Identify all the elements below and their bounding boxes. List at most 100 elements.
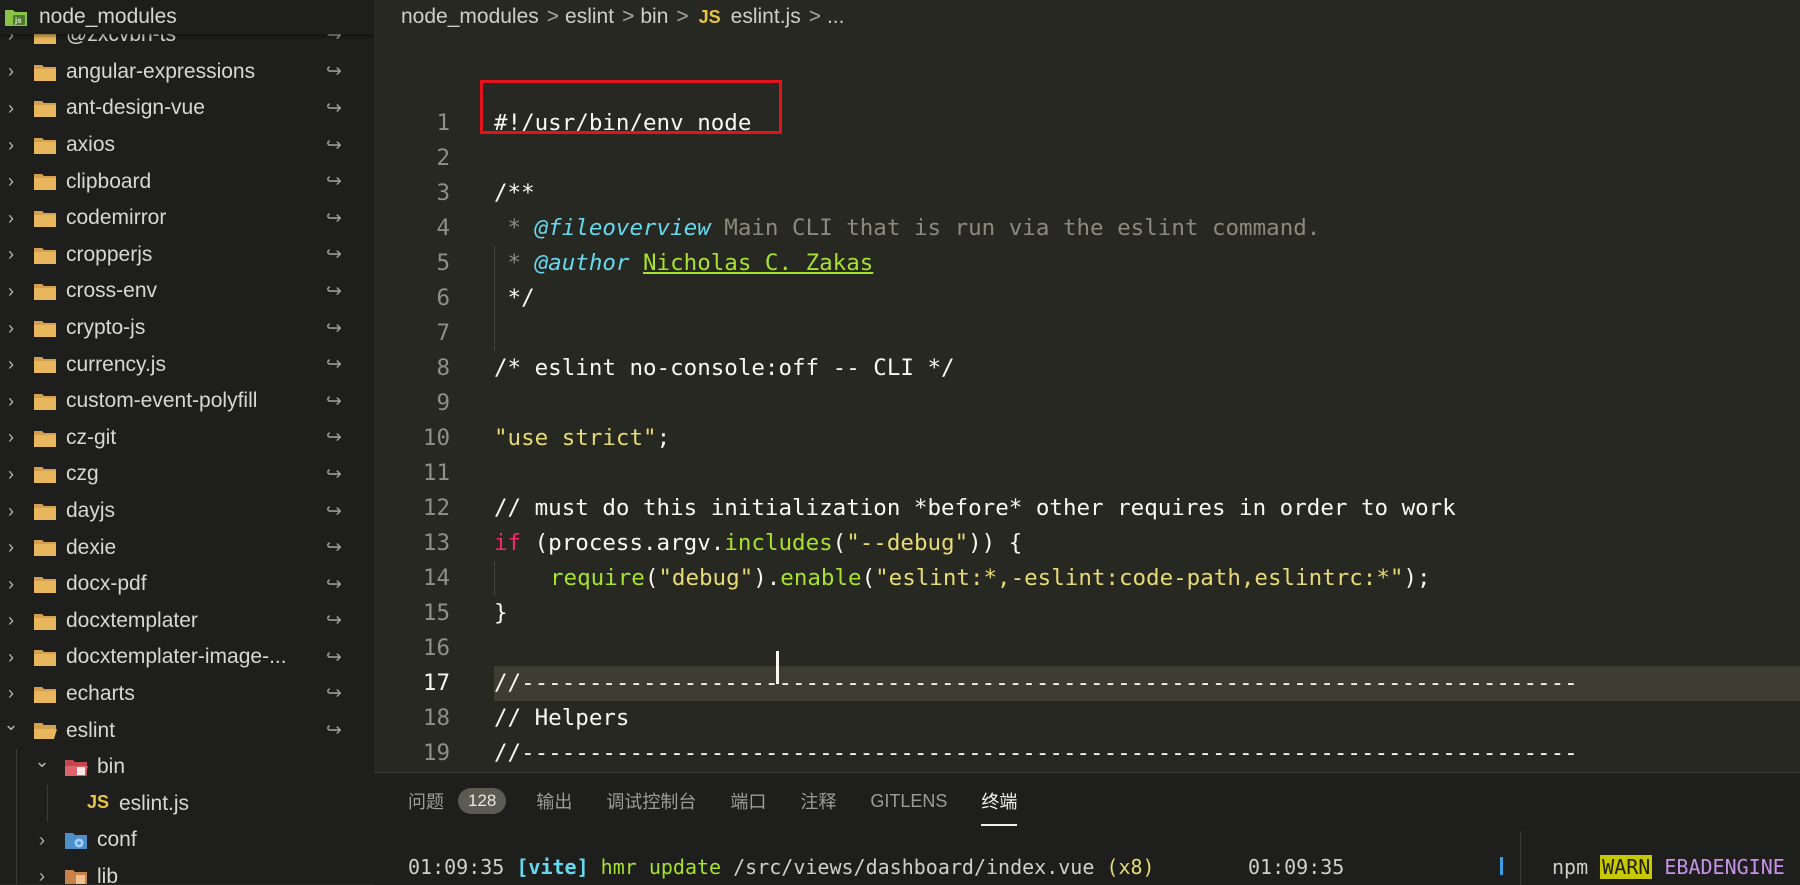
chevron-right-icon[interactable]: ›	[0, 208, 22, 229]
tree-file-item[interactable]: JS eslint.js	[0, 785, 374, 823]
tree-folder-item[interactable]: › conf	[0, 822, 374, 859]
code-editor[interactable]: 1 #!/usr/bin/env node 2 3 /** 4 * @fileo…	[374, 34, 1800, 772]
tree-folder-item[interactable]: › cropperjs ↪	[0, 237, 374, 274]
tree-item-label: conf	[97, 828, 137, 852]
tree-folder-item[interactable]: › crypto-js ↪	[0, 310, 374, 347]
breadcrumb-eslint-js[interactable]: eslint.js	[731, 5, 801, 29]
terminal-output-line[interactable]: 01:09:35 [vite] hmr update /src/views/da…	[408, 855, 1155, 879]
line-number: 18	[422, 705, 450, 731]
tab-gitlens[interactable]: GITLENS	[870, 791, 947, 812]
chevron-down-icon[interactable]: ⌄	[31, 751, 53, 772]
tree-folder-item[interactable]: › czg ↪	[0, 456, 374, 493]
function-name: require	[550, 565, 645, 591]
chevron-right-icon[interactable]: ›	[0, 647, 22, 668]
chevron-down-icon[interactable]: ⌄	[0, 714, 22, 735]
tree-folder-item[interactable]: › axios ↪	[0, 127, 374, 164]
breadcrumb-symbols[interactable]: ...	[827, 5, 845, 29]
chevron-right-icon[interactable]: ›	[0, 61, 22, 82]
tree-folder-item[interactable]: › cross-env ↪	[0, 273, 374, 310]
terminal-npm-output[interactable]: npm WARN EBADENGINE	[1552, 855, 1785, 879]
chevron-right-icon[interactable]: ›	[0, 537, 22, 558]
breadcrumb-eslint[interactable]: eslint	[565, 5, 614, 29]
code-text: //--------------------------------------…	[494, 670, 1578, 696]
chevron-right-icon[interactable]: ›	[0, 281, 22, 302]
tree-folder-item[interactable]: › clipboard ↪	[0, 163, 374, 200]
tree-item-label: echarts	[66, 681, 135, 705]
chevron-right-icon[interactable]: ›	[0, 464, 22, 485]
tab-label: 问题	[408, 792, 444, 812]
tree-folder-item[interactable]: › docxtemplater ↪	[0, 603, 374, 640]
tree-folder-item[interactable]: › ant-design-vue ↪	[0, 90, 374, 127]
line-number: 19	[422, 740, 450, 766]
string-literal: "eslint:*,-eslint:code-path,eslintrc:*"	[875, 565, 1404, 591]
code-line: 7	[374, 316, 1800, 351]
chevron-right-icon[interactable]: ›	[0, 683, 22, 704]
chevron-right-icon[interactable]: ›	[0, 98, 22, 119]
tree-folder-item[interactable]: › echarts ↪	[0, 676, 374, 713]
chevron-right-icon[interactable]: ›	[0, 574, 22, 595]
indent-guide	[494, 246, 495, 351]
js-file-icon: JS	[698, 6, 721, 27]
tree-folder-item[interactable]: › cz-git ↪	[0, 420, 374, 457]
chevron-right-icon[interactable]: ›	[31, 866, 53, 884]
tree-folder-item[interactable]: › lib	[0, 858, 374, 884]
chevron-right-icon[interactable]: ›	[0, 354, 22, 375]
tree-folder-item[interactable]: › angular-expressions ↪	[0, 54, 374, 91]
chevron-right-icon[interactable]: ›	[31, 830, 53, 851]
code-line: 11	[374, 456, 1800, 491]
tree-folder-item[interactable]: ⌄ eslint ↪	[0, 712, 374, 749]
explorer-root-header[interactable]: js node_modules	[0, 0, 374, 34]
chevron-right-icon[interactable]: ›	[0, 501, 22, 522]
ebadengine-text: EBADENGINE	[1664, 855, 1785, 879]
line-number: 10	[422, 425, 450, 451]
tab-terminal[interactable]: 终端	[981, 788, 1018, 826]
string-literal: "--debug"	[846, 530, 969, 556]
tab-output[interactable]: 输出	[536, 788, 572, 814]
code-text: }	[494, 600, 508, 626]
tree-folder-item[interactable]: › docxtemplater-image-... ↪	[0, 639, 374, 676]
terminal-split-divider[interactable]	[1520, 831, 1521, 885]
tree-folder-item[interactable]: › custom-event-polyfill ↪	[0, 383, 374, 420]
tree-item-label: docxtemplater-image-...	[66, 645, 287, 669]
chevron-right-icon[interactable]: ›	[0, 318, 22, 339]
chevron-right-icon[interactable]: ›	[0, 171, 22, 192]
string-literal: "use strict"	[494, 425, 657, 451]
tab-debug-console[interactable]: 调试控制台	[606, 788, 696, 814]
code-text: (	[832, 530, 847, 556]
tree-folder-item[interactable]: ⌄ bin	[0, 748, 374, 786]
tree-folder-item[interactable]: › dayjs ↪	[0, 493, 374, 530]
tab-ports[interactable]: 端口	[730, 788, 766, 814]
breadcrumb-bin[interactable]: bin	[640, 5, 668, 29]
annotation-highlight-box	[480, 80, 782, 134]
folder-icon	[33, 537, 57, 557]
line-number: 7	[436, 320, 450, 346]
chevron-right-icon[interactable]: ›	[0, 427, 22, 448]
symlink-icon: ↪	[326, 537, 342, 559]
code-text: ;	[656, 425, 671, 451]
tree-item-label: eslint.js	[119, 791, 190, 815]
tab-problems[interactable]: 问题 128	[408, 788, 507, 814]
breadcrumb: node_modules > eslint > bin > JS eslint.…	[374, 0, 1800, 34]
tree-folder-item[interactable]: › docx-pdf ↪	[0, 566, 374, 603]
symlink-icon: ↪	[326, 61, 342, 83]
code-text: )) {	[968, 530, 1023, 556]
chevron-right-icon[interactable]: ›	[0, 244, 22, 265]
tree-folder-item[interactable]: › currency.js ↪	[0, 346, 374, 383]
chevron-right-icon[interactable]: ›	[0, 391, 22, 412]
symlink-icon: ↪	[326, 646, 342, 668]
tab-comments[interactable]: 注释	[800, 788, 836, 814]
tree-item-label: axios	[66, 133, 116, 157]
author-name[interactable]: Nicholas C. Zakas	[643, 250, 873, 276]
breadcrumb-node-modules[interactable]: node_modules	[401, 5, 539, 29]
tree-folder-item[interactable]: › codemirror ↪	[0, 200, 374, 237]
symlink-icon: ↪	[326, 134, 342, 156]
tree-folder-item[interactable]: › dexie ↪	[0, 529, 374, 566]
line-number: 5	[436, 250, 450, 276]
tree-item-label: docxtemplater	[66, 608, 198, 632]
chevron-right-icon[interactable]: ›	[0, 135, 22, 156]
indent-guide	[16, 748, 17, 786]
chevron-right-icon[interactable]: ›	[0, 610, 22, 631]
terminal-path: /src/views/dashboard/index.vue	[733, 855, 1095, 879]
warn-badge: WARN	[1600, 855, 1653, 879]
breadcrumb-separator: >	[622, 5, 635, 28]
